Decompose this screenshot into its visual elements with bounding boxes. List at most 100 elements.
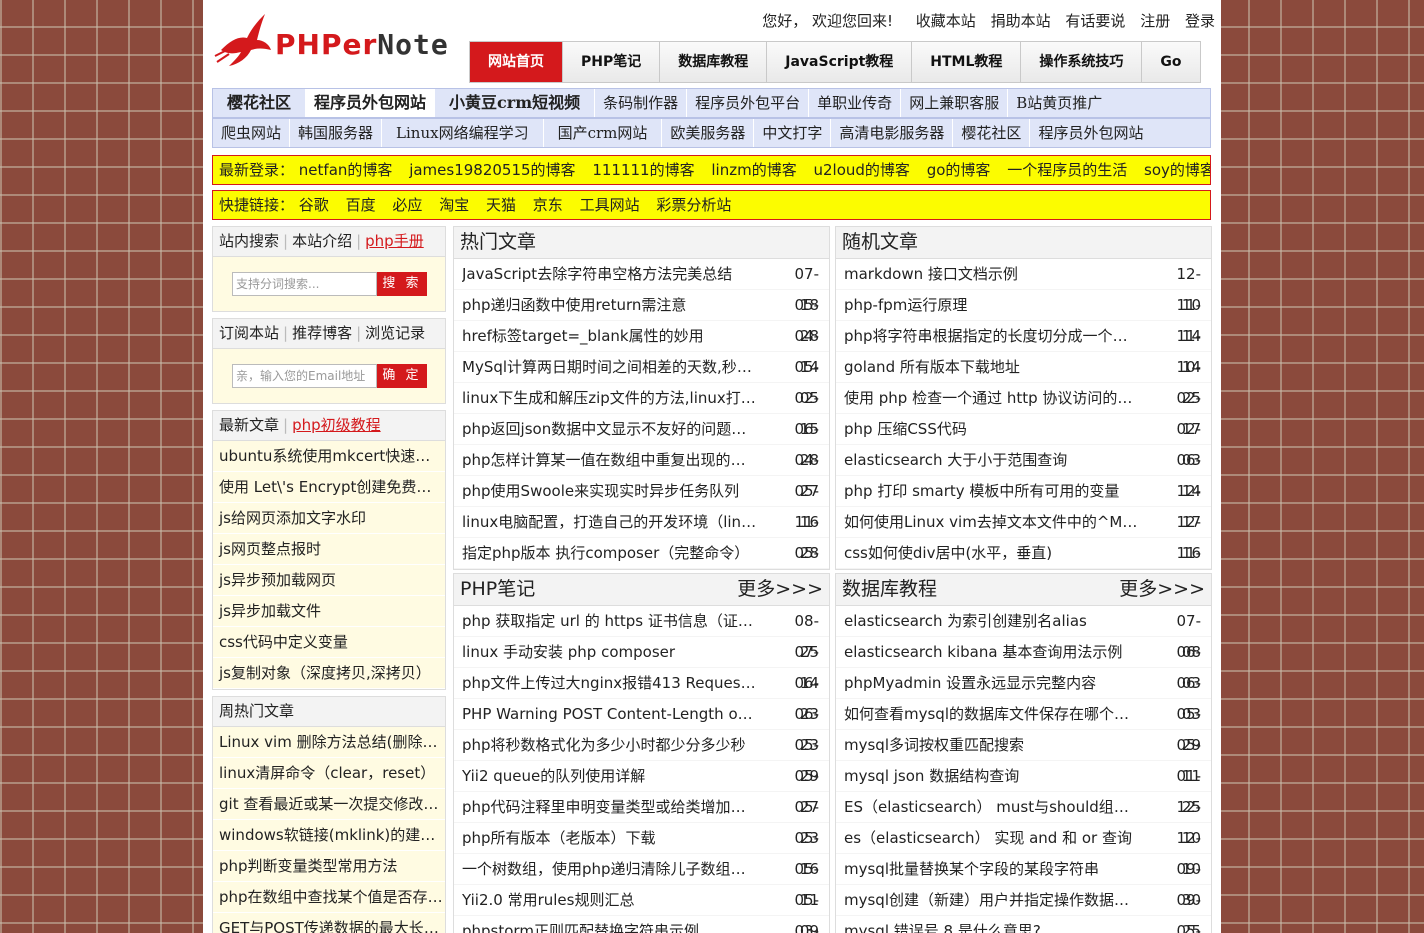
list-item[interactable]: php在数组中查找某个值是否存在的方法 [213, 882, 445, 913]
list-item[interactable]: ubuntu系统使用mkcert快速生成本地https证书 [213, 441, 445, 472]
list-item[interactable]: js网页整点报时 [213, 534, 445, 565]
article-title[interactable]: php将字符串根据指定的长度切分成一个数组 [844, 321, 1159, 351]
nav-database[interactable]: 数据库教程 [660, 42, 768, 82]
article-row[interactable]: php文件上传过大nginx报错413 Request Entity Too L… [454, 668, 829, 723]
nav-go[interactable]: Go [1142, 42, 1200, 82]
article-title[interactable]: PHP Warning POST Content-Length of bytes… [462, 699, 777, 729]
article-row[interactable]: mysql json 数据结构查询 01-25 [836, 761, 1211, 816]
list-item[interactable]: GET与POST传递数据的最大长度限制 [213, 913, 445, 933]
article-title[interactable]: markdown 接口文档示例 [844, 259, 1159, 289]
feedback-link[interactable]: 有话要说 [1065, 12, 1125, 30]
article-row[interactable]: php使用Swoole来实现实时异步任务队列 05-16 [454, 476, 829, 531]
quick-link[interactable]: 淘宝 [439, 196, 469, 214]
list-item[interactable]: git 查看最近或某一次提交修改的文件列表 [213, 789, 445, 820]
article-title[interactable]: MySql计算两日期时间之间相差的天数,秒数,分钟数 [462, 352, 777, 382]
friend-link[interactable]: 中文打字 [754, 119, 832, 147]
article-title[interactable]: 使用 php 检查一个通过 http 协议访问的文件是否存在 [844, 383, 1159, 413]
friend-link[interactable]: 樱花社区 [953, 119, 1031, 147]
article-row[interactable]: 如何查看mysql的数据库文件保存在哪个目录 05-29 [836, 699, 1211, 754]
article-title[interactable]: elasticsearch 为索引创建别名alias [844, 606, 1159, 636]
nav-php[interactable]: PHP笔记 [563, 42, 661, 82]
article-row[interactable]: MySql计算两日期时间之间相差的天数,秒数,分钟数 05-05 [454, 352, 829, 407]
list-item[interactable]: js给网页添加文字水印 [213, 503, 445, 534]
article-title[interactable]: php 压缩CSS代码 [844, 414, 1159, 444]
article-title[interactable]: 如何查看mysql的数据库文件保存在哪个目录 [844, 699, 1159, 729]
article-title[interactable]: Yii2 queue的队列使用详解 [462, 761, 777, 791]
article-row[interactable]: mysql创建（新建）用户并指定操作数据库权限 09-25 [836, 885, 1211, 933]
list-item[interactable]: js异步加载文件 [213, 596, 445, 627]
article-title[interactable]: php将秒数格式化为多少小时都少分多少秒 [462, 730, 777, 760]
article-row[interactable]: phpstorm正则匹配替换字符串示例 03-30 [454, 916, 829, 933]
article-title[interactable]: php-fpm运行原理 [844, 290, 1159, 320]
article-row[interactable]: linux 手动安装 php composer 07-14 [454, 637, 829, 692]
article-title[interactable]: mysql多词按权重匹配搜索 [844, 730, 1159, 760]
article-title[interactable]: JavaScript去除字符串空格方法完美总结 [462, 259, 777, 289]
tab-subscribe[interactable]: 订阅本站 [219, 324, 279, 342]
list-item[interactable]: windows软链接(mklink)的建立与删除 [213, 820, 445, 851]
login-link[interactable]: 登录 [1185, 12, 1215, 30]
article-row[interactable]: elasticsearch 大于小于范围查询 06-14 [836, 445, 1211, 500]
article-row[interactable]: php怎样计算某一值在数组中重复出现的次数 04-27 [454, 445, 829, 500]
quick-link[interactable]: 工具网站 [580, 196, 640, 214]
article-title[interactable]: 一个树数组，使用php递归清除儿子数组为空的key [462, 854, 777, 884]
article-title[interactable]: phpMyadmin 设置永远显示完整内容 [844, 668, 1159, 698]
quick-link[interactable]: 谷歌 [299, 196, 329, 214]
friend-link[interactable]: 爬虫网站 [213, 119, 291, 147]
php-notes-more-link[interactable]: 更多>>> [737, 574, 823, 605]
article-row[interactable]: PHP Warning POST Content-Length of bytes… [454, 699, 829, 754]
register-link[interactable]: 注册 [1140, 12, 1170, 30]
friend-link[interactable]: 小黄豆crm短视频 [435, 89, 596, 117]
article-title[interactable]: elasticsearch 大于小于范围查询 [844, 445, 1159, 475]
subscribe-confirm-button[interactable]: 确 定 [377, 364, 427, 388]
article-title[interactable]: php返回json数据中文显示不友好的问题处理 [462, 414, 777, 444]
tab-latest-articles[interactable]: 最新文章 [219, 416, 279, 434]
friend-link[interactable]: 网上兼职客服 [901, 89, 1009, 117]
friend-link[interactable]: 韩国服务器 [290, 119, 383, 147]
article-title[interactable]: Yii2.0 常用rules规则汇总 [462, 885, 777, 915]
quick-link[interactable]: 必应 [392, 196, 422, 214]
article-title[interactable]: goland 所有版本下载地址 [844, 352, 1159, 382]
article-row[interactable]: php返回json数据中文显示不友好的问题处理 06-28 [454, 414, 829, 469]
friend-link[interactable]: Linux网络编程学习 [382, 119, 544, 147]
article-row[interactable]: mysql多词按权重匹配搜索 05-11 [836, 730, 1211, 785]
friend-link[interactable]: 单职业传奇 [809, 89, 902, 117]
article-title[interactable]: css如何使div居中(水平，垂直) [844, 538, 1159, 568]
quick-link[interactable]: 京东 [533, 196, 563, 214]
site-logo[interactable]: PHPerNote [213, 10, 448, 70]
blog-link[interactable]: u2loud的博客 [814, 161, 910, 179]
article-row[interactable]: Yii2.0 常用rules规则汇总 05-09 [454, 885, 829, 933]
article-row[interactable]: Yii2 queue的队列使用详解 05-27 [454, 761, 829, 816]
article-title[interactable]: ES（elasticsearch） must与should组合查询 [844, 792, 1159, 822]
article-title[interactable]: php递归函数中使用return需注意 [462, 290, 777, 320]
article-title[interactable]: mysql json 数据结构查询 [844, 761, 1159, 791]
friend-link[interactable]: 樱花社区 [213, 89, 307, 117]
article-title[interactable]: mysql批量替换某个字段的某段字符串 [844, 854, 1159, 884]
article-row[interactable]: es（elasticsearch） 实现 and 和 or 查询 12-10 [836, 823, 1211, 878]
search-button[interactable]: 搜 索 [377, 272, 427, 296]
search-input[interactable]: 支持分词搜索... [232, 272, 377, 296]
article-title[interactable]: linux电脑配置，打造自己的开发环境（linux） [462, 507, 777, 537]
article-title[interactable]: es（elasticsearch） 实现 and 和 or 查询 [844, 823, 1159, 853]
article-row[interactable]: php 打印 smarty 模板中所有可用的变量 12-17 [836, 476, 1211, 531]
quick-link[interactable]: 彩票分析站 [656, 196, 731, 214]
article-row[interactable]: mysql批量替换某个字段的某段字符串 09-30 [836, 854, 1211, 909]
blog-link[interactable]: netfan的博客 [299, 161, 393, 179]
article-title[interactable]: php使用Swoole来实现实时异步任务队列 [462, 476, 777, 506]
friend-link[interactable]: 条码制作器 [595, 89, 688, 117]
donate-link[interactable]: 捐助本站 [991, 12, 1051, 30]
tab-site-intro[interactable]: 本站介绍 [292, 232, 352, 250]
article-row[interactable]: linux下生成和解压zip文件的方法,linux打包文件 02-15 [454, 383, 829, 438]
article-row[interactable]: elasticsearch 为索引创建别名alias 07-08 [836, 606, 1211, 661]
list-item[interactable]: php判断变量类型常用方法 [213, 851, 445, 882]
friend-link[interactable]: 欧美服务器 [662, 119, 755, 147]
friend-link[interactable]: 程序员外包网站 [1030, 119, 1151, 147]
article-row[interactable]: mysql 错误号 8 是什么意思? 05-05 [836, 916, 1211, 933]
list-item[interactable]: Linux vim 删除方法总结(删除行、删除字符) [213, 727, 445, 758]
blog-link[interactable]: soy的博客 [1144, 161, 1210, 179]
nav-os[interactable]: 操作系统技巧 [1021, 42, 1143, 82]
quick-link[interactable]: 百度 [346, 196, 376, 214]
article-row[interactable]: 指定php版本 执行composer（完整命令） 05-08 [454, 538, 829, 593]
article-title[interactable]: mysql创建（新建）用户并指定操作数据库权限 [844, 885, 1159, 915]
friend-link[interactable]: B站黄页推广 [1008, 89, 1110, 117]
friend-link[interactable]: 高清电影服务器 [831, 119, 954, 147]
